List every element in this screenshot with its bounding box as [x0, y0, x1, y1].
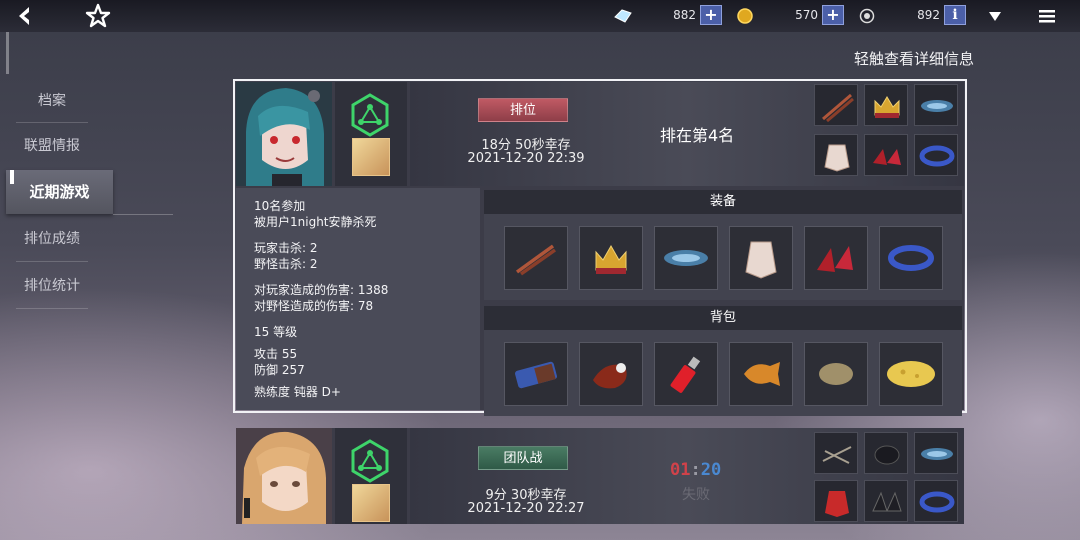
attack-text: 攻击 55 — [254, 347, 298, 361]
participants-text: 10名参加 — [254, 199, 306, 213]
timer-separator: : — [690, 460, 701, 480]
cheese-icon — [879, 342, 943, 406]
hexagon-trait-icon — [347, 92, 393, 138]
taiyaki-icon — [729, 342, 793, 406]
equipment-section-title: 装备 — [484, 190, 962, 214]
token-count: 892 — [917, 8, 940, 22]
placement-text: 排在第4名 — [660, 126, 735, 145]
player-damage-text: 对玩家造成的伤害: 1388 — [254, 283, 389, 297]
sidebar-divider — [16, 122, 88, 123]
red-heels-icon — [864, 134, 908, 176]
proficiency-text: 熟练度 钝器 D+ — [254, 385, 341, 399]
fish-bone-icon — [914, 432, 958, 474]
star-logo-icon[interactable] — [84, 3, 112, 29]
galaxy-bracelet-icon — [914, 134, 958, 176]
menu-icon[interactable] — [1036, 3, 1058, 29]
mode-badge: 排位 — [478, 98, 568, 122]
galaxy-bracelet-icon — [914, 480, 958, 522]
result-text: 失败 — [682, 487, 710, 503]
monster-kills-text: 野怪击杀: 2 — [254, 257, 318, 271]
defense-text: 防御 257 — [254, 363, 305, 377]
sidebar-item-alliance-intel[interactable]: 联盟情报 — [16, 129, 88, 163]
match-timer: 01:20 — [670, 460, 721, 480]
gold-coin-icon — [736, 3, 754, 29]
match-card[interactable]: 团队战 9分 30秒幸存 2021-12-20 22:27 01:20 失败 — [236, 428, 964, 524]
chocolate-bar-icon — [504, 342, 568, 406]
dark-boots-icon — [864, 480, 908, 522]
crystal-count: 882 — [673, 8, 696, 22]
match-header: 排位 18分 50秒幸存 2021-12-20 22:39 排在第4名 — [410, 82, 964, 186]
match-header: 团队战 9分 30秒幸存 2021-12-20 22:27 01:20 失败 — [410, 428, 964, 524]
red-heels-icon — [804, 226, 868, 290]
fish-bone-icon — [654, 226, 718, 290]
match-stats-panel: 10名参加 被用户1night安静杀死 玩家击杀: 2 野怪击杀: 2 对玩家造… — [236, 188, 480, 410]
chopsticks-icon — [814, 84, 858, 126]
sidebar-item-profile[interactable]: 档案 — [16, 84, 88, 118]
player-kills-text: 玩家击杀: 2 — [254, 241, 318, 255]
add-crystal-button[interactable]: + — [700, 5, 722, 25]
tap-for-details-hint: 轻触查看详细信息 — [854, 50, 975, 68]
monster-damage-text: 对野怪造成的伤害: 78 — [254, 299, 374, 313]
crown-icon — [579, 226, 643, 290]
chopsticks-icon — [504, 226, 568, 290]
red-armor-icon — [814, 480, 858, 522]
sidebar-item-label: 近期游戏 — [29, 183, 90, 201]
weapon-icon — [352, 484, 390, 522]
sidebar-active-line — [113, 214, 173, 215]
token-icon — [858, 3, 876, 29]
timer-red: 01 — [670, 460, 691, 480]
dark-helmet-icon — [864, 432, 908, 474]
trait-weapon-column — [335, 428, 407, 524]
fish-bone-icon — [914, 84, 958, 126]
killed-by-text: 被用户1night安静杀死 — [254, 215, 377, 229]
potato-icon — [804, 342, 868, 406]
crystal-icon — [612, 3, 634, 29]
meat-icon — [579, 342, 643, 406]
sidebar-item-ranked-results[interactable]: 排位成绩 — [16, 222, 88, 256]
mode-badge: 团队战 — [478, 446, 568, 470]
gold-count: 570 — [795, 8, 818, 22]
armor-icon — [814, 134, 858, 176]
backpack-row — [484, 330, 962, 416]
sidebar-scroll-indicator — [6, 32, 9, 74]
galaxy-bracelet-icon — [879, 226, 943, 290]
chain-icon — [814, 432, 858, 474]
equipment-row — [484, 214, 962, 300]
sidebar-divider — [16, 261, 88, 262]
back-arrow-icon[interactable] — [12, 3, 36, 29]
level-text: 15 等级 — [254, 325, 298, 339]
hexagon-trait-icon — [347, 438, 393, 484]
timer-blue: 20 — [700, 460, 722, 480]
character-portrait — [236, 82, 332, 186]
add-gold-button[interactable]: + — [822, 5, 844, 25]
crown-icon — [864, 84, 908, 126]
sidebar-item-recent-games[interactable]: 近期游戏 — [6, 170, 113, 214]
top-bar: 882 + 570 + 892 i — [0, 0, 1080, 32]
backpack-section-title: 背包 — [484, 306, 962, 330]
lighter-icon — [654, 342, 718, 406]
dropdown-triangle-icon[interactable] — [986, 3, 1004, 29]
match-datetime: 2021-12-20 22:39 — [467, 151, 585, 166]
sidebar-item-ranked-stats[interactable]: 排位统计 — [16, 269, 88, 303]
armor-icon — [729, 226, 793, 290]
character-portrait — [236, 428, 332, 524]
match-datetime: 2021-12-20 22:27 — [467, 501, 585, 516]
trait-weapon-column — [335, 82, 407, 186]
weapon-icon — [352, 138, 390, 176]
match-card[interactable]: 排位 18分 50秒幸存 2021-12-20 22:39 排在第4名 10名参… — [233, 79, 967, 416]
info-button[interactable]: i — [944, 5, 966, 25]
sidebar-divider — [16, 308, 88, 309]
